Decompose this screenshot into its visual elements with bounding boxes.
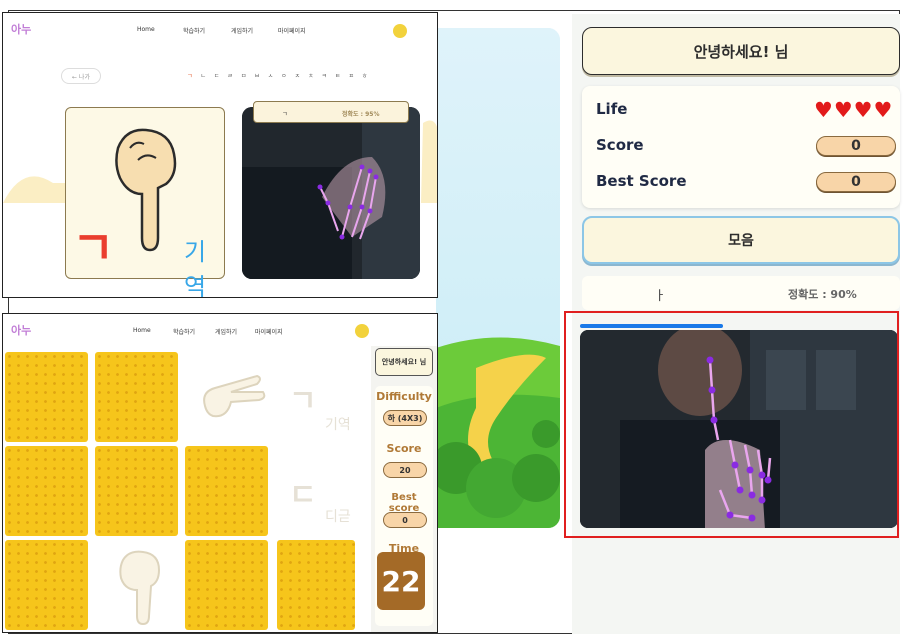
score-value: 0 (816, 136, 896, 156)
consonant-item[interactable]: ㄱ (187, 73, 196, 80)
consonant-item[interactable]: ㅊ (308, 73, 317, 80)
memory-card[interactable] (5, 446, 88, 536)
best-score-value: 0 (816, 172, 896, 192)
mode-button[interactable]: 모음 (582, 216, 900, 264)
v-hand-icon (203, 374, 266, 418)
consonant-item[interactable]: ㅍ (348, 73, 357, 80)
nav-mypage[interactable]: 마이페이지 (255, 327, 283, 336)
memory-card[interactable] (5, 352, 88, 442)
recognition-accuracy: 정확도 : 90% (788, 288, 857, 301)
recognized-char: ㅏ (654, 289, 666, 304)
memory-card[interactable] (185, 446, 268, 536)
ghost-name: 디귿 (325, 509, 351, 525)
logo[interactable]: 아누 (11, 322, 31, 338)
game-scene (436, 28, 560, 528)
consonant-selector: ㄱ ㄴ ㄷ ㄹ ㅁ ㅂ ㅅ ㅇ ㅈ ㅊ ㅋ ㅌ ㅍ ㅎ (187, 71, 370, 80)
consonant-item[interactable]: ㄴ (200, 73, 209, 80)
memory-screenshot: 아누 Home 학습하기 게임하기 마이페이지 ㄱ 기역 ㄷ 디귿 안녕하세요!… (2, 313, 438, 633)
heart-icon: ♥ (853, 98, 873, 122)
consonant-item[interactable]: ㅇ (281, 73, 290, 80)
heart-icon: ♥ (814, 98, 833, 122)
learn-accuracy-text: 정확도 : 95% (342, 111, 380, 118)
recognition-result: ㅏ 정확도 : 90% (582, 276, 900, 310)
greeting-banner: 안녕하세요! 님 (582, 27, 900, 75)
consonant-item[interactable]: ㅋ (322, 73, 331, 80)
memory-best-value: 0 (383, 512, 427, 528)
learn-screenshot: 아누 Home 학습하기 게임하기 마이페이지 ← 나가 ㄱ ㄴ ㄷ ㄹ ㅁ ㅂ… (2, 12, 438, 298)
memory-card[interactable] (5, 540, 88, 630)
best-score-label: Best Score (596, 172, 687, 190)
profile-icon[interactable] (355, 324, 369, 338)
pointing-hand-icon (119, 550, 161, 626)
learn-webcam-feed (242, 107, 420, 279)
consonant-item[interactable]: ㅌ (335, 73, 344, 80)
difficulty-value[interactable]: 하 (4X3) (383, 410, 427, 426)
sign-card: ㄱ 기역 (65, 107, 225, 297)
memory-sidebar: 안녕하세요! 님 Difficulty 하 (4X3) Score 20 Bes… (371, 346, 437, 632)
nav-learn[interactable]: 학습하기 (173, 327, 195, 336)
heart-icon: ♥ (833, 98, 853, 122)
consonant-item[interactable]: ㄷ (214, 73, 223, 80)
timer-display: 22 (377, 552, 425, 610)
life-hearts: ♥ ♥ ♥ ♥ (814, 100, 892, 121)
life-label: Life (596, 100, 628, 118)
game-landscape (436, 337, 560, 528)
highlight-box (564, 311, 899, 538)
stats-box: Life ♥ ♥ ♥ ♥ Score 0 Best Score 0 (582, 86, 900, 208)
heart-icon: ♥ (873, 98, 893, 122)
learn-accuracy-banner: ㄱ 정확도 : 95% (253, 101, 409, 123)
consonant-item[interactable]: ㅅ (268, 73, 277, 80)
consonant-item[interactable]: ㅁ (241, 73, 250, 80)
memory-card[interactable] (95, 446, 178, 536)
back-button[interactable]: ← 나가 (61, 68, 101, 84)
difficulty-label: Difficulty (376, 390, 432, 403)
letter-name: 기역 (184, 238, 207, 298)
score-label: Score (596, 136, 644, 154)
learn-hand-overlay (242, 107, 420, 279)
memory-card[interactable] (277, 540, 355, 630)
learn-accuracy-char: ㄱ (282, 111, 288, 118)
nav-game[interactable]: 게임하기 (215, 327, 237, 336)
memory-greeting: 안녕하세요! 님 (375, 348, 433, 376)
memory-card[interactable] (95, 352, 178, 442)
consonant-item[interactable]: ㅂ (254, 73, 263, 80)
memory-score-value: 20 (383, 462, 427, 478)
consonant-item[interactable]: ㅈ (295, 73, 304, 80)
ghost-name: 기역 (325, 417, 351, 433)
ghost-letter: ㄷ (289, 478, 317, 513)
ghost-letter: ㄱ (289, 384, 317, 419)
memory-card[interactable] (185, 540, 268, 630)
composite-screenshot: 안녕하세요! 님 Life ♥ ♥ ♥ ♥ Score 0 Best Score… (0, 0, 912, 644)
memory-navbar: 아누 Home 학습하기 게임하기 마이페이지 (3, 314, 437, 350)
consonant-item[interactable]: ㅎ (362, 73, 371, 80)
big-letter: ㄱ (72, 221, 115, 275)
consonant-item[interactable]: ㄹ (227, 73, 236, 80)
memory-best-label: Best score (388, 492, 420, 514)
memory-score-label: Score (386, 442, 422, 455)
nav-home[interactable]: Home (133, 327, 151, 334)
